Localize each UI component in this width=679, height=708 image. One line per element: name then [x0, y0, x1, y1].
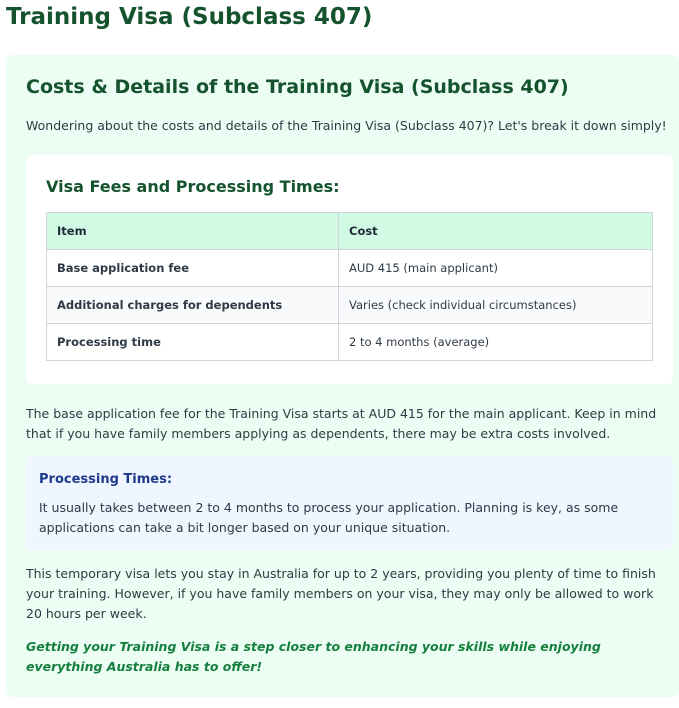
table-row: Processing time 2 to 4 months (average)	[46, 323, 653, 361]
fees-table: Item Cost Base application fee AUD 415 (…	[46, 212, 653, 361]
processing-heading: Processing Times:	[39, 472, 173, 487]
closing-statement: Getting your Training Visa is a step clo…	[26, 639, 601, 674]
fees-heading: Visa Fees and Processing Times:	[46, 177, 340, 196]
table-cell-item: Base application fee	[46, 249, 339, 287]
table-cell-cost: Varies (check individual circumstances)	[338, 286, 653, 324]
column-header-item: Item	[46, 212, 339, 250]
table-cell-cost: AUD 415 (main applicant)	[338, 249, 653, 287]
column-header-cost: Cost	[338, 212, 653, 250]
table-cell-item: Additional charges for dependents	[46, 286, 339, 324]
table-row: Base application fee AUD 415 (main appli…	[46, 249, 653, 287]
stay-paragraph: This temporary visa lets you stay in Aus…	[26, 566, 656, 621]
table-cell-item: Processing time	[46, 323, 339, 361]
fees-panel: Visa Fees and Processing Times: Item Cos…	[26, 155, 673, 384]
section-heading: Costs & Details of the Training Visa (Su…	[26, 76, 569, 98]
page-title: Training Visa (Subclass 407)	[6, 4, 373, 30]
costs-details-card: Costs & Details of the Training Visa (Su…	[6, 55, 679, 697]
fee-paragraph: The base application fee for the Trainin…	[26, 406, 657, 441]
processing-text: It usually takes between 2 to 4 months t…	[39, 500, 619, 535]
table-header-row: Item Cost	[46, 212, 653, 250]
intro-text: Wondering about the costs and details of…	[26, 118, 667, 133]
table-row: Additional charges for dependents Varies…	[46, 286, 653, 324]
table-cell-cost: 2 to 4 months (average)	[338, 323, 653, 361]
processing-times-box: Processing Times: It usually takes betwe…	[26, 456, 673, 550]
